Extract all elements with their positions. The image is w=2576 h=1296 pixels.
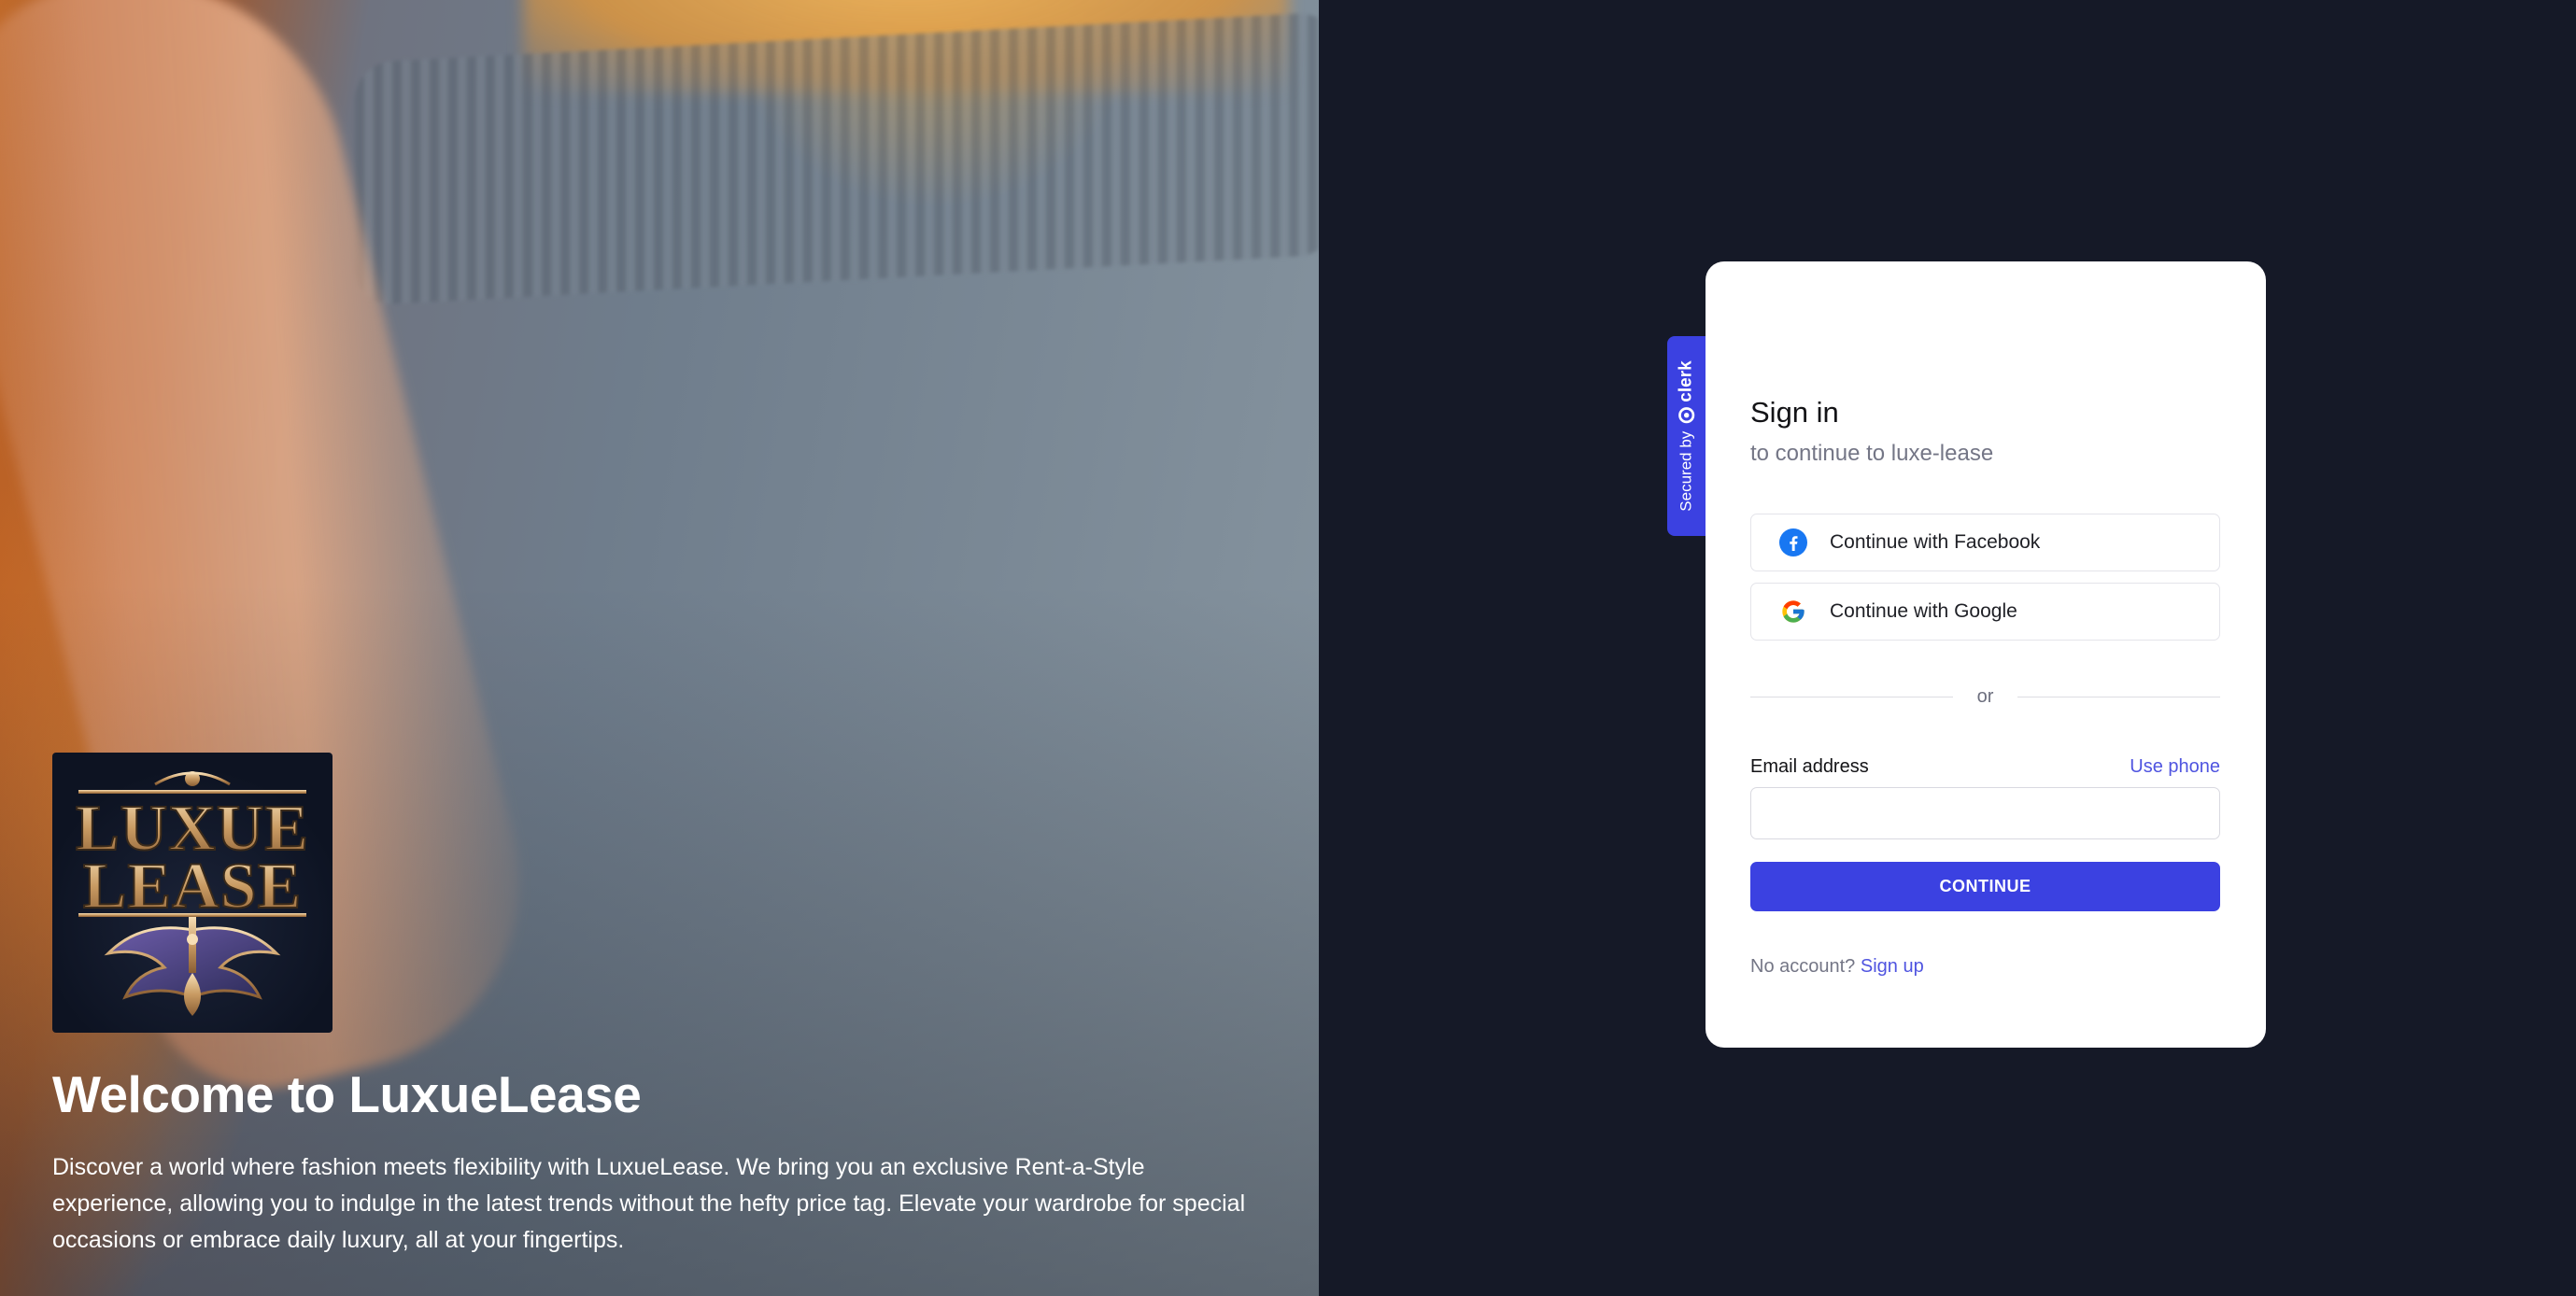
google-button-label: Continue with Google	[1830, 600, 2017, 622]
clerk-brand: clerk	[1677, 360, 1697, 424]
secured-by-clerk-badge[interactable]: Secured by clerk	[1667, 336, 1706, 536]
secured-by-clerk-text: Secured by clerk	[1677, 360, 1697, 511]
email-label: Email address	[1750, 756, 1869, 777]
hero-content: LUXUE LEASE Welcome to LuxueLease Discov…	[52, 753, 1248, 1259]
hero-panel: LUXUE LEASE Welcome to LuxueLease Discov…	[0, 0, 1319, 1296]
clerk-brand-label: clerk	[1677, 360, 1696, 402]
brand-logo-graphic: LUXUE LEASE	[75, 771, 309, 1016]
divider-text: or	[1976, 686, 1994, 707]
sign-in-card: Sign in to continue to luxe-lease Contin…	[1706, 261, 2266, 1048]
sign-up-link[interactable]: Sign up	[1861, 956, 1924, 977]
page: LUXUE LEASE Welcome to LuxueLease Discov…	[0, 0, 2576, 1296]
sign-in-subtitle: to continue to luxe-lease	[1750, 441, 1994, 466]
facebook-button-label: Continue with Facebook	[1830, 531, 2041, 553]
hero-description: Discover a world where fashion meets fle…	[52, 1153, 1246, 1253]
google-icon	[1779, 598, 1807, 626]
clerk-logo-icon	[1678, 407, 1695, 424]
or-divider: or	[1750, 686, 2221, 708]
facebook-icon	[1779, 528, 1807, 556]
use-phone-link[interactable]: Use phone	[2130, 756, 2220, 778]
svg-text:LEASE: LEASE	[83, 851, 303, 923]
no-account-line: No account? Sign up	[1750, 956, 1924, 978]
no-account-text: No account?	[1750, 956, 1856, 977]
continue-with-facebook-button[interactable]: Continue with Facebook	[1750, 514, 2220, 571]
hero-title: Welcome to LuxueLease	[52, 1065, 642, 1123]
secured-by-label: Secured by	[1677, 430, 1695, 512]
sign-in-title: Sign in	[1750, 396, 1839, 429]
email-field[interactable]	[1750, 787, 2220, 839]
continue-with-google-button[interactable]: Continue with Google	[1750, 583, 2220, 641]
auth-panel: Secured by clerk Sign in to continue to …	[1319, 0, 2576, 1296]
brand-logo: LUXUE LEASE	[52, 753, 333, 1033]
continue-button[interactable]: CONTINUE	[1750, 862, 2220, 911]
